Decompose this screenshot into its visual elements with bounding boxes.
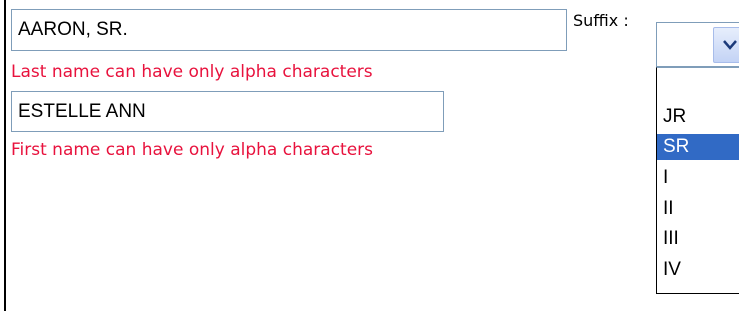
- suffix-option-sr[interactable]: SR: [657, 134, 739, 160]
- first-name-error-message: First name can have only alpha character…: [11, 140, 374, 160]
- suffix-select[interactable]: [656, 22, 739, 67]
- suffix-label: Suffix :: [573, 11, 629, 30]
- suffix-dropdown-list: JR SR I II III IV: [656, 67, 739, 294]
- last-name-error-message: Last name can have only alpha characters: [11, 62, 373, 82]
- suffix-option-iii[interactable]: III: [657, 226, 739, 252]
- suffix-dropdown-button[interactable]: [713, 27, 739, 63]
- suffix-option-jr[interactable]: JR: [657, 104, 739, 130]
- last-name-input[interactable]: AARON, SR.: [11, 9, 567, 51]
- suffix-option-iv[interactable]: IV: [657, 257, 739, 283]
- chevron-down-icon: [723, 40, 737, 50]
- suffix-option-ii[interactable]: II: [657, 196, 739, 222]
- suffix-option-i[interactable]: I: [657, 165, 739, 191]
- left-border-rule: [4, 0, 6, 311]
- suffix-option-blank[interactable]: [657, 70, 739, 96]
- first-name-input[interactable]: ESTELLE ANN: [11, 91, 444, 132]
